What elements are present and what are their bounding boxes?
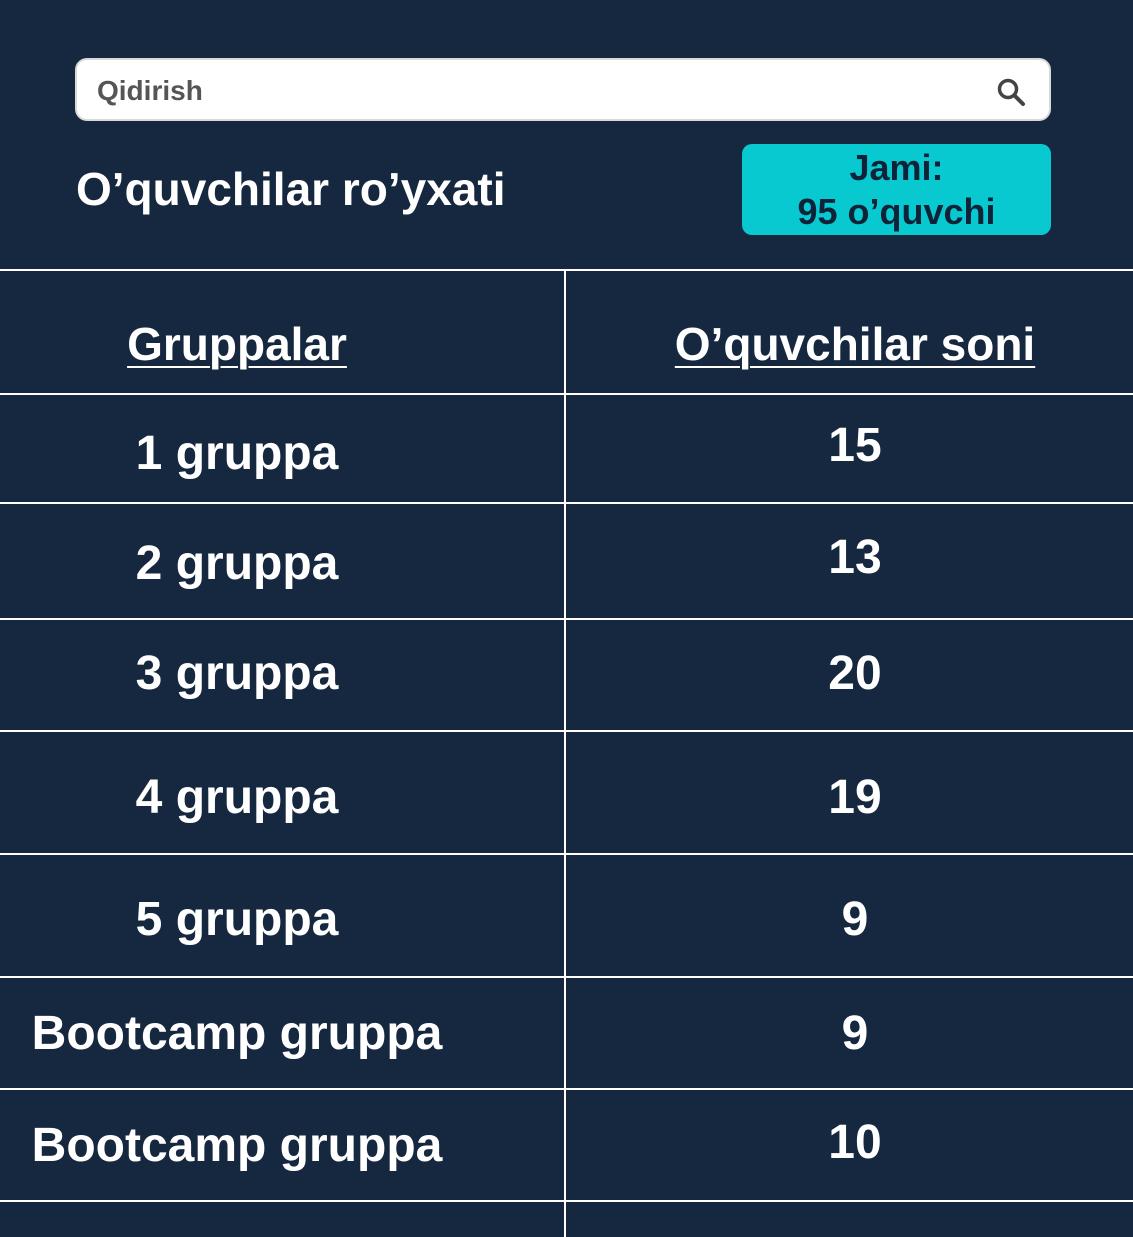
table-divider	[0, 502, 1133, 504]
column-header-count[interactable]: O’quvchilar soni	[675, 317, 1035, 371]
table-divider	[0, 393, 1133, 395]
student-count: 9	[841, 1007, 869, 1060]
table-divider	[0, 1200, 1133, 1202]
group-name: Bootcamp gruppa	[31, 1007, 443, 1060]
student-count: 20	[828, 647, 882, 700]
search-icon[interactable]	[995, 76, 1027, 108]
search-bar[interactable]	[75, 58, 1051, 121]
search-input[interactable]	[95, 68, 979, 114]
column-divider	[564, 270, 566, 1237]
page-title: O’quvchilar ro’yxati	[76, 163, 506, 215]
table-divider	[0, 730, 1133, 732]
student-count: 9	[841, 893, 869, 946]
group-name: 1 gruppa	[135, 427, 339, 480]
table-divider	[0, 269, 1133, 271]
student-count: 19	[828, 771, 882, 824]
table-divider	[0, 976, 1133, 978]
column-header-groups[interactable]: Gruppalar	[127, 317, 347, 371]
student-count: 10	[828, 1116, 882, 1169]
total-students-badge: Jami: 95 o’quvchi	[742, 144, 1051, 235]
student-count: 15	[828, 419, 882, 472]
group-name: 2 gruppa	[135, 537, 339, 590]
group-name: 5 gruppa	[135, 893, 339, 946]
total-label: Jami:	[849, 147, 944, 188]
table-divider	[0, 853, 1133, 855]
table-divider	[0, 618, 1133, 620]
group-name: 3 gruppa	[135, 647, 339, 700]
group-name: Bootcamp gruppa	[31, 1119, 443, 1172]
student-count: 13	[828, 531, 882, 584]
group-name: 4 gruppa	[135, 771, 339, 824]
total-value: 95 o’quvchi	[797, 191, 996, 232]
table-divider	[0, 1088, 1133, 1090]
